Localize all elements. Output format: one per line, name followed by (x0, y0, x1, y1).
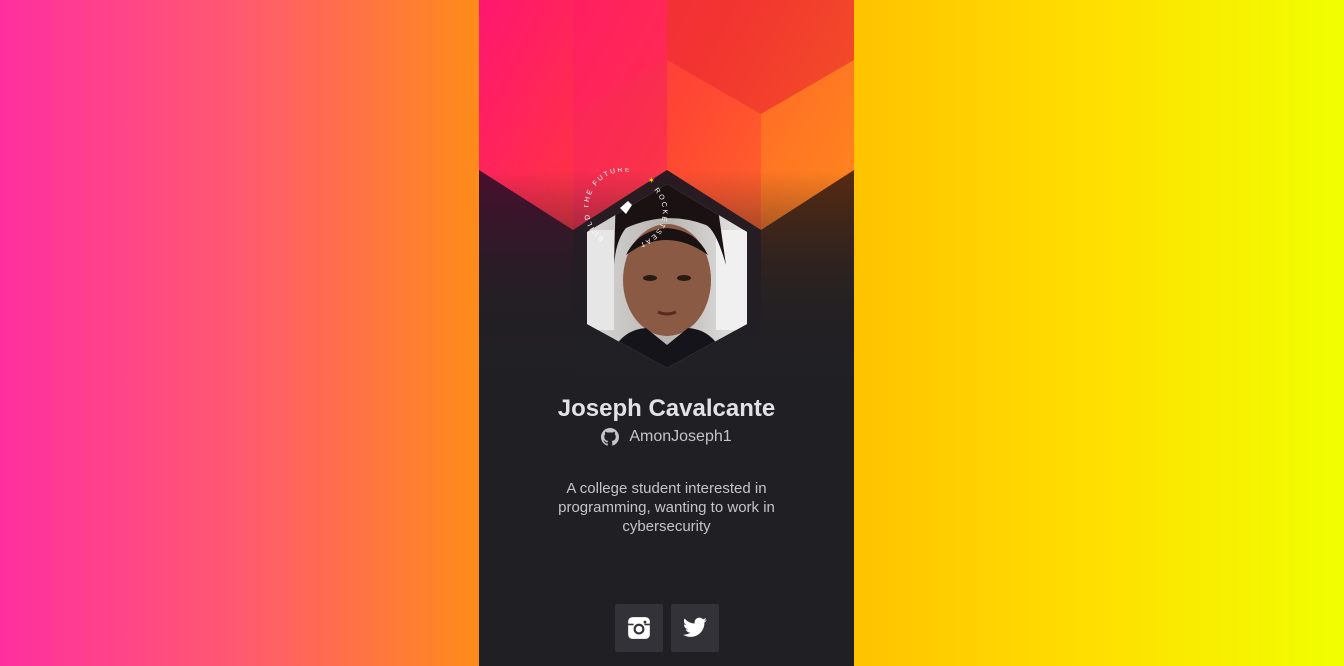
badge-text-right: ROCKETSEAT (637, 187, 665, 248)
social-links (479, 604, 854, 652)
twitter-button[interactable] (670, 604, 719, 652)
instagram-icon (627, 617, 650, 639)
svg-text:ROCKETSEAT: ROCKETSEAT (637, 187, 667, 248)
rocket-icon (620, 201, 632, 214)
profile-name: Joseph Cavalcante (557, 395, 776, 422)
github-link[interactable]: AmonJoseph1 (479, 428, 854, 446)
star-icon: ✶ (648, 176, 655, 185)
github-icon (601, 428, 620, 446)
profile-bio: A college student interested in programm… (558, 480, 775, 535)
instagram-button[interactable] (614, 604, 663, 652)
rocketseat-badge: BUILD THE FUTURE ROCKETSEAT ✶ (584, 168, 667, 248)
github-handle: AmonJoseph1 (629, 428, 732, 445)
profile-card: BUILD THE FUTURE ROCKETSEAT ✶ Joseph Cav… (479, 0, 854, 666)
twitter-icon (682, 617, 707, 637)
